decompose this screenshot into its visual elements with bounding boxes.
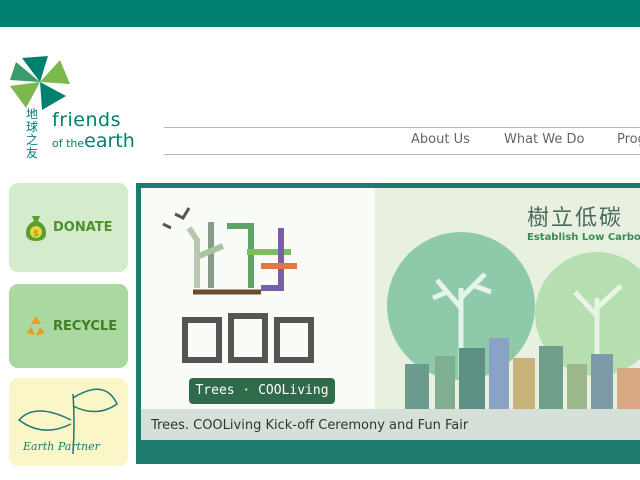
recycle-label: RECYCLE: [53, 319, 118, 334]
banner-left-artwork: [162, 207, 314, 363]
earth-partner-button[interactable]: Earth Partner: [9, 378, 128, 466]
logo-name-earth: earth: [84, 130, 135, 152]
donate-button[interactable]: $ DONATE: [9, 183, 128, 272]
banner-right-panel: 樹立低碳 Establish Low Carbon: [375, 188, 640, 409]
svg-text:$: $: [33, 229, 39, 239]
nav-item-about-us[interactable]: About Us: [411, 132, 470, 147]
nav-item-what-we-do[interactable]: What We Do: [504, 132, 584, 147]
logo-name-line1: friends: [52, 109, 121, 131]
main-nav: About Us What We Do Prog: [164, 128, 640, 154]
banner-right-title: 樹立低碳: [527, 206, 624, 231]
donate-label: DONATE: [53, 220, 113, 235]
banner-badge: Trees · COOLiving: [189, 378, 335, 404]
banner-right-subtitle: Establish Low Carbon: [527, 232, 640, 243]
banner-caption: Trees. COOLiving Kick-off Ceremony and F…: [141, 409, 640, 440]
banner-image: Trees · COOLiving 樹立低碳 Establish Low Car…: [141, 188, 640, 459]
nav-item-programmes[interactable]: Prog: [617, 132, 640, 147]
logo-name-line2: of theearth: [52, 130, 135, 152]
banner-caption-text[interactable]: Trees. COOLiving Kick-off Ceremony and F…: [151, 418, 468, 433]
recycle-button[interactable]: RECYCLE: [9, 284, 128, 368]
money-bag-icon: $: [26, 216, 46, 241]
logo-chinese-name: 地球之友: [26, 107, 40, 160]
top-bar: [0, 0, 640, 27]
featured-banner[interactable]: Trees · COOLiving 樹立低碳 Establish Low Car…: [136, 183, 640, 464]
friends-of-the-earth-logo[interactable]: 地球之友 friends of theearth: [8, 52, 158, 167]
earth-partner-label: Earth Partner: [23, 440, 100, 453]
banner-left-panel: Trees · COOLiving: [141, 188, 375, 409]
pinwheel-logo-icon: [10, 56, 70, 110]
recycle-icon: [27, 316, 45, 336]
nav-bottom-divider: [164, 154, 640, 155]
banner-bottom-bar: [141, 440, 640, 459]
logo-name-of-the: of the: [52, 137, 85, 150]
